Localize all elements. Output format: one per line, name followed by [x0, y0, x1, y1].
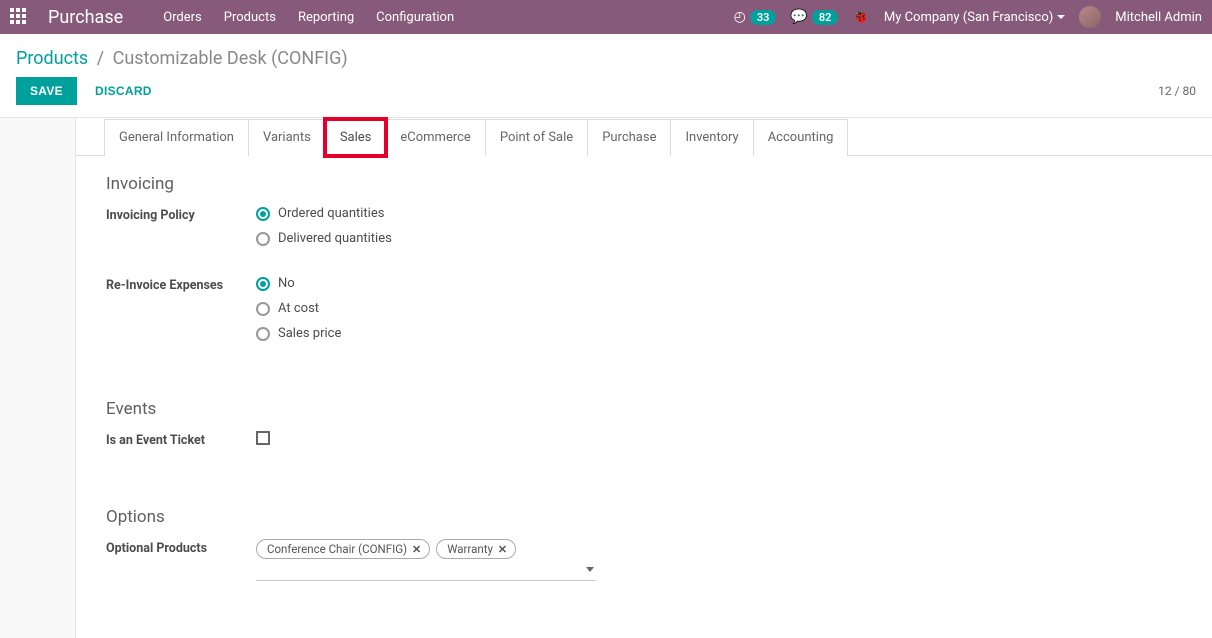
clock-icon: ◴: [734, 9, 746, 25]
radio-reinvoice-at-cost[interactable]: At cost: [256, 301, 1182, 316]
tab-variants[interactable]: Variants: [248, 119, 326, 156]
radio-icon: [256, 207, 270, 221]
tabs: General Information Variants Sales eComm…: [76, 118, 1212, 156]
user-name[interactable]: Mitchell Admin: [1115, 10, 1202, 25]
section-events: Events Is an Event Ticket: [76, 359, 1212, 449]
optional-products-input[interactable]: [256, 563, 596, 581]
radio-icon: [256, 232, 270, 246]
debug-icon[interactable]: 🐞: [852, 9, 869, 25]
radio-label: At cost: [278, 301, 319, 316]
header-right: ◴ 33 💬 82 🐞 My Company (San Francisco) M…: [734, 6, 1202, 28]
save-button[interactable]: SAVE: [16, 77, 77, 105]
radio-label: Ordered quantities: [278, 206, 384, 221]
tab-ecommerce[interactable]: eCommerce: [385, 119, 485, 156]
tab-sales[interactable]: Sales: [325, 119, 387, 156]
tab-point-of-sale[interactable]: Point of Sale: [485, 119, 588, 156]
label-optional-products: Optional Products: [106, 539, 256, 556]
breadcrumb-separator: /: [97, 48, 104, 69]
tag-remove-icon[interactable]: ✕: [412, 543, 421, 556]
radio-reinvoice-sales-price[interactable]: Sales price: [256, 326, 1182, 341]
radio-ordered-quantities[interactable]: Ordered quantities: [256, 206, 1182, 221]
section-title-options: Options: [106, 507, 1182, 527]
radio-icon: [256, 327, 270, 341]
chat-icon: 💬: [790, 9, 807, 25]
tag-optional-product: Conference Chair (CONFIG) ✕: [256, 539, 430, 559]
form-sheet: General Information Variants Sales eComm…: [75, 118, 1212, 638]
breadcrumb-bar: Products / Customizable Desk (CONFIG): [0, 34, 1212, 77]
radio-label: No: [278, 276, 295, 291]
breadcrumb-root[interactable]: Products: [16, 48, 88, 69]
avatar[interactable]: [1079, 6, 1101, 28]
radio-label: Delivered quantities: [278, 231, 392, 246]
tab-inventory[interactable]: Inventory: [670, 119, 753, 156]
tag-remove-icon[interactable]: ✕: [498, 543, 507, 556]
tab-purchase[interactable]: Purchase: [587, 119, 671, 156]
chevron-down-icon: [1057, 15, 1065, 19]
app-brand: Purchase: [48, 7, 123, 28]
tag-optional-product: Warranty ✕: [436, 539, 516, 559]
company-switcher[interactable]: My Company (San Francisco): [884, 10, 1065, 25]
label-invoicing-policy: Invoicing Policy: [106, 206, 256, 223]
section-invoicing: Invoicing Invoicing Policy Ordered quant…: [76, 156, 1212, 351]
apps-icon[interactable]: [10, 8, 28, 26]
chevron-down-icon[interactable]: [586, 567, 594, 572]
company-name: My Company (San Francisco): [884, 10, 1053, 25]
discard-button[interactable]: DISCARD: [95, 84, 152, 98]
radio-label: Sales price: [278, 326, 341, 341]
menu-products[interactable]: Products: [224, 10, 276, 25]
breadcrumb-current: Customizable Desk (CONFIG): [113, 48, 348, 69]
radio-delivered-quantities[interactable]: Delivered quantities: [256, 231, 1182, 246]
main-menu: Orders Products Reporting Configuration: [163, 10, 454, 25]
top-bar: Purchase Orders Products Reporting Confi…: [0, 0, 1212, 34]
label-reinvoice-expenses: Re-Invoice Expenses: [106, 276, 256, 293]
tab-accounting[interactable]: Accounting: [753, 119, 849, 156]
checkbox-event-ticket[interactable]: [256, 431, 270, 445]
radio-icon: [256, 277, 270, 291]
section-title-invoicing: Invoicing: [106, 174, 1182, 194]
messages-count: 82: [812, 10, 839, 25]
section-title-events: Events: [106, 399, 1182, 419]
tag-label: Conference Chair (CONFIG): [267, 542, 407, 556]
pager[interactable]: 12 / 80: [1158, 84, 1196, 98]
tag-label: Warranty: [447, 542, 493, 556]
section-options: Options Optional Products Conference Cha…: [76, 457, 1212, 581]
label-event-ticket: Is an Event Ticket: [106, 431, 256, 448]
messages-indicator[interactable]: 💬 82: [790, 9, 838, 25]
tab-general-information[interactable]: General Information: [104, 119, 249, 156]
radio-reinvoice-no[interactable]: No: [256, 276, 1182, 291]
radio-icon: [256, 302, 270, 316]
menu-orders[interactable]: Orders: [163, 10, 202, 25]
breadcrumb: Products / Customizable Desk (CONFIG): [16, 48, 1196, 69]
menu-reporting[interactable]: Reporting: [298, 10, 354, 25]
menu-configuration[interactable]: Configuration: [376, 10, 454, 25]
activity-count: 33: [750, 10, 777, 25]
actions-row: SAVE DISCARD 12 / 80: [0, 77, 1212, 118]
activity-indicator[interactable]: ◴ 33: [734, 9, 777, 25]
